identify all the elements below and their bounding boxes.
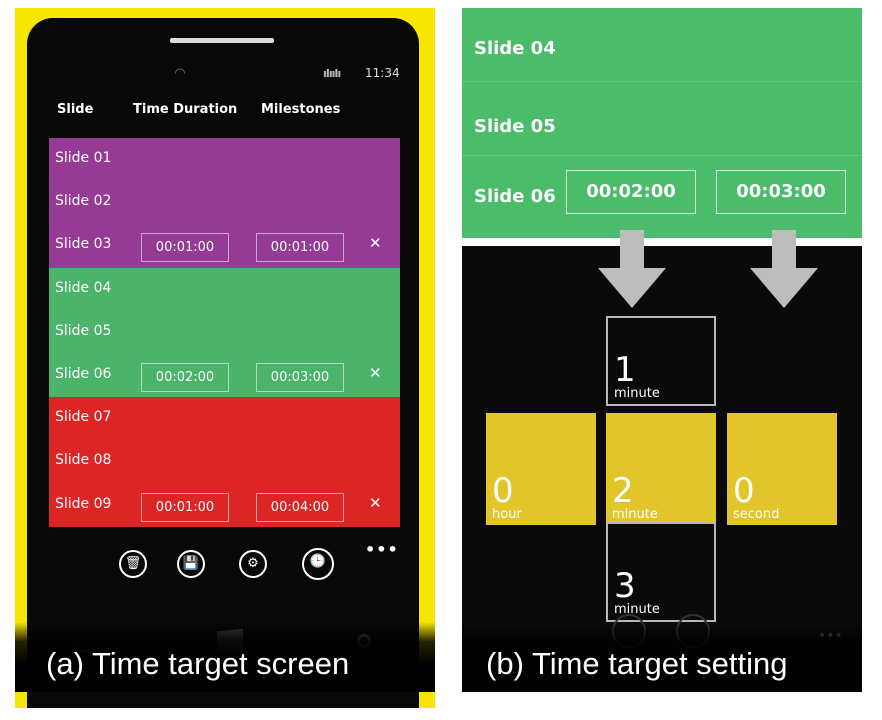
slide-label: Slide 02 — [55, 193, 112, 210]
slide-row[interactable]: Slide 04 — [49, 267, 400, 311]
picker-value: 1 — [614, 350, 636, 390]
column-header-milestones: Milestones — [261, 102, 341, 117]
picker-value: 0 — [492, 471, 514, 511]
settings-icon[interactable]: ⚙ — [239, 550, 267, 578]
delete-icon[interactable]: 🗑 — [119, 550, 147, 578]
picker-value: 0 — [733, 471, 755, 511]
battery-icon: ıIııIı — [323, 67, 341, 80]
status-time: 11:34 — [365, 66, 400, 80]
milestone-field[interactable]: 00:01:00 — [256, 233, 344, 263]
column-header-time-duration: Time Duration — [133, 102, 238, 117]
slide-row[interactable]: Slide 05 — [49, 310, 400, 354]
time-duration-field[interactable]: 00:02:00 — [141, 362, 229, 392]
caption-b: (b) Time target setting — [486, 646, 788, 681]
time-duration-field[interactable]: 00:01:00 — [141, 492, 229, 522]
picker-unit: second — [733, 507, 780, 522]
picker-unit: minute — [614, 386, 660, 401]
slide-label: Slide 05 — [474, 116, 556, 137]
clock-icon[interactable]: 🕒 — [302, 548, 334, 580]
more-options-button[interactable]: ••• — [365, 540, 399, 559]
milestone-field[interactable]: 00:04:00 — [256, 492, 344, 522]
minute-picker[interactable]: 2 minute — [606, 413, 716, 525]
second-picker[interactable]: 0 second — [727, 413, 837, 525]
signal-icon: ◜◝ — [175, 66, 186, 81]
picker-value: 3 — [614, 566, 636, 606]
slide-row[interactable]: Slide 07 — [49, 397, 400, 441]
close-icon[interactable]: ✕ — [369, 494, 382, 512]
slide-list: Slide 01 Slide 02 Slide 03 00:01:00 00:01:00… — [49, 138, 400, 527]
phone-screen: ◜◝ ıIııIı 11:34 Slide Time Duration Mile… — [27, 18, 419, 708]
save-icon[interactable]: 💾 — [177, 550, 205, 578]
time-duration-field[interactable]: 00:01:00 — [141, 233, 229, 263]
slide-label: Slide 05 — [55, 322, 112, 339]
app-bar: 🗑 💾 ⚙ 🕒 ••• — [27, 530, 419, 580]
slide-row[interactable]: Slide 01 — [49, 138, 400, 182]
slide-list-zoomed: Slide 04 Slide 05 Slide 06 00:02:00 00:0… — [462, 8, 862, 238]
time-duration-field[interactable]: 00:02:00 — [566, 170, 696, 214]
picker-unit: hour — [492, 507, 522, 522]
picker-unit: minute — [612, 507, 658, 522]
slide-label: Slide 08 — [55, 452, 112, 469]
minute-picker-next[interactable]: 3 minute — [606, 522, 716, 622]
slide-row[interactable]: Slide 09 00:01:00 00:04:00 ✕ — [49, 483, 400, 527]
slide-label: Slide 07 — [55, 409, 112, 426]
hour-picker[interactable]: 0 hour — [486, 413, 596, 525]
panel-time-target-setting: Slide 04 Slide 05 Slide 06 00:02:00 00:0… — [462, 8, 862, 688]
list-item[interactable]: Slide 06 00:02:00 00:03:00 — [462, 156, 862, 230]
column-header-slide: Slide — [57, 102, 94, 117]
slide-label: Slide 06 — [55, 365, 112, 382]
down-arrow-icon — [598, 230, 666, 308]
slide-row[interactable]: Slide 06 00:02:00 00:03:00 ✕ — [49, 353, 400, 398]
panel-time-target-screen: ◜◝ ıIııIı 11:34 Slide Time Duration Mile… — [15, 8, 435, 708]
slide-label: Slide 04 — [474, 38, 556, 59]
close-icon[interactable]: ✕ — [369, 364, 382, 382]
phone-earpiece — [170, 38, 274, 43]
list-item[interactable]: Slide 05 — [462, 82, 862, 156]
caption-a: (a) Time target screen — [46, 646, 350, 681]
down-arrow-icon — [750, 230, 818, 308]
close-icon[interactable]: ✕ — [369, 234, 382, 252]
slide-label: Slide 01 — [55, 150, 112, 166]
slide-row[interactable]: Slide 03 00:01:00 00:01:00 ✕ — [49, 224, 400, 268]
slide-label: Slide 09 — [55, 495, 112, 512]
milestone-field[interactable]: 00:03:00 — [716, 170, 846, 214]
milestone-field[interactable]: 00:03:00 — [256, 362, 344, 392]
minute-picker-prev[interactable]: 1 minute — [606, 316, 716, 406]
slide-row[interactable]: Slide 08 — [49, 440, 400, 484]
slide-label: Slide 06 — [474, 186, 556, 207]
slide-label: Slide 03 — [55, 236, 112, 253]
slide-row[interactable]: Slide 02 — [49, 181, 400, 225]
picker-value: 2 — [612, 471, 634, 511]
slide-label: Slide 04 — [55, 279, 112, 296]
list-item[interactable]: Slide 04 — [462, 8, 862, 82]
